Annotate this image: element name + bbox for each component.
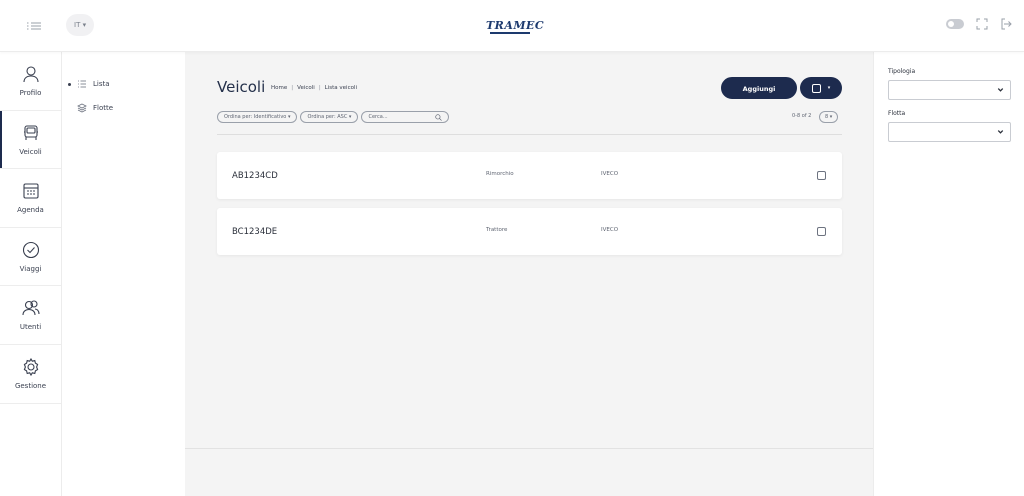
- primary-sidebar: Profilo Veicoli Agenda Viaggi Utenti Ges…: [0, 52, 62, 496]
- list-item[interactable]: AB1234CD Rimorchio IVECO: [217, 152, 842, 199]
- vehicle-plate: AB1234CD: [232, 171, 278, 181]
- subnav-item-flotte[interactable]: Flotte: [62, 96, 184, 120]
- checkbox-icon: [811, 83, 821, 93]
- pagination-count: 0-8 of 2: [792, 113, 812, 119]
- breadcrumb-current: Lista veicoli: [324, 85, 358, 91]
- top-bar: IT ▾ TRAMEC: [0, 0, 1024, 52]
- chevron-down-icon: [997, 88, 1004, 92]
- brand-logo: TRAMEC: [486, 13, 544, 39]
- chevron-down-icon: ▾: [828, 114, 833, 120]
- main-content: Veicoli Home | Veicoli | Lista veicoli A…: [185, 52, 873, 496]
- sidebar-item-label: Profilo: [19, 89, 42, 97]
- users-icon: [21, 300, 40, 316]
- order-by-direction-label: Ordina per: ASC: [307, 114, 348, 120]
- user-icon: [22, 66, 39, 83]
- chevron-down-icon: [997, 130, 1004, 134]
- divider: [217, 134, 842, 135]
- add-button[interactable]: Aggiungi: [721, 77, 797, 99]
- order-by-field-select[interactable]: Ordina per: Identificativo ▾: [217, 111, 298, 123]
- row-checkbox[interactable]: [817, 227, 826, 236]
- subnav-item-label: Flotte: [93, 104, 114, 112]
- sidebar-item-agenda[interactable]: Agenda: [0, 169, 61, 228]
- tipologia-label: Tipologia: [888, 68, 916, 75]
- sidebar-item-label: Utenti: [19, 323, 42, 332]
- sidebar-item-label: Viaggi: [19, 264, 42, 273]
- top-right-controls: [946, 18, 1012, 30]
- flotta-label: Flotta: [888, 110, 906, 117]
- sidebar-item-profilo[interactable]: Profilo: [0, 52, 61, 111]
- logo-text: TRAMEC: [486, 19, 545, 32]
- subnav-item-lista[interactable]: Lista: [62, 72, 184, 96]
- vehicle-brand: IVECO: [601, 227, 619, 233]
- sidebar-item-utenti[interactable]: Utenti: [0, 286, 61, 345]
- breadcrumb-veicoli[interactable]: Veicoli: [297, 85, 315, 91]
- sidebar-item-gestione[interactable]: Gestione: [0, 345, 61, 404]
- vehicle-plate: BC1234DE: [232, 227, 278, 237]
- breadcrumb: Home | Veicoli | Lista veicoli: [271, 85, 357, 91]
- vehicle-type: Trattore: [486, 227, 508, 233]
- list-icon: [78, 80, 86, 88]
- sidebar-item-veicoli[interactable]: Veicoli: [0, 110, 61, 170]
- filter-panel: Tipologia Flotta: [873, 52, 1024, 496]
- logo-underline: [490, 32, 530, 34]
- subnav-item-label: Lista: [93, 80, 110, 88]
- gear-icon: [23, 357, 38, 377]
- order-by-direction-select[interactable]: Ordina per: ASC ▾: [300, 111, 359, 123]
- breadcrumb-separator: |: [318, 85, 321, 91]
- chevron-down-icon: ▾: [347, 114, 352, 120]
- search-icon: [435, 113, 443, 121]
- sidebar-item-label: Veicoli: [19, 147, 42, 156]
- layers-icon: [77, 103, 87, 113]
- language-selector[interactable]: IT ▾: [66, 14, 95, 36]
- breadcrumb-separator: |: [291, 85, 294, 91]
- footer-divider: [185, 448, 873, 449]
- theme-toggle-icon[interactable]: [946, 19, 964, 29]
- chevron-down-icon: ▾: [80, 21, 87, 29]
- list-item[interactable]: BC1234DE Trattore IVECO: [217, 208, 842, 255]
- vehicle-brand: IVECO: [601, 171, 619, 177]
- sidebar-item-viaggi[interactable]: Viaggi: [0, 228, 61, 287]
- filter-bar: Ordina per: Identificativo ▾ Ordina per:…: [217, 111, 450, 123]
- breadcrumb-home[interactable]: Home: [271, 85, 287, 91]
- bulk-select-button[interactable]: ▾: [800, 77, 842, 99]
- fullscreen-icon[interactable]: [976, 18, 988, 30]
- chevron-down-icon: ▾: [286, 114, 291, 120]
- page-title: Veicoli: [217, 78, 266, 96]
- sidebar-item-label: Agenda: [17, 206, 44, 215]
- vehicle-icon: [23, 125, 38, 140]
- logout-icon[interactable]: [1000, 18, 1012, 30]
- sidebar-item-label: Gestione: [14, 381, 47, 390]
- chevron-down-icon: ▾: [827, 85, 831, 91]
- tipologia-select[interactable]: [888, 80, 1011, 100]
- vehicle-type: Rimorchio: [486, 171, 514, 177]
- menu-icon[interactable]: [24, 16, 44, 36]
- calendar-icon: [22, 183, 39, 199]
- flotta-select[interactable]: [888, 122, 1011, 142]
- active-dot: [68, 82, 71, 86]
- search-input[interactable]: Cerca...: [361, 111, 450, 123]
- row-checkbox[interactable]: [817, 171, 826, 180]
- search-placeholder: Cerca...: [368, 114, 388, 120]
- check-circle-icon: [22, 241, 39, 258]
- per-page-select[interactable]: 8 ▾: [819, 111, 839, 123]
- order-by-field-label: Ordina per: Identificativo: [224, 114, 287, 120]
- secondary-sidebar: Lista Flotte: [62, 52, 184, 496]
